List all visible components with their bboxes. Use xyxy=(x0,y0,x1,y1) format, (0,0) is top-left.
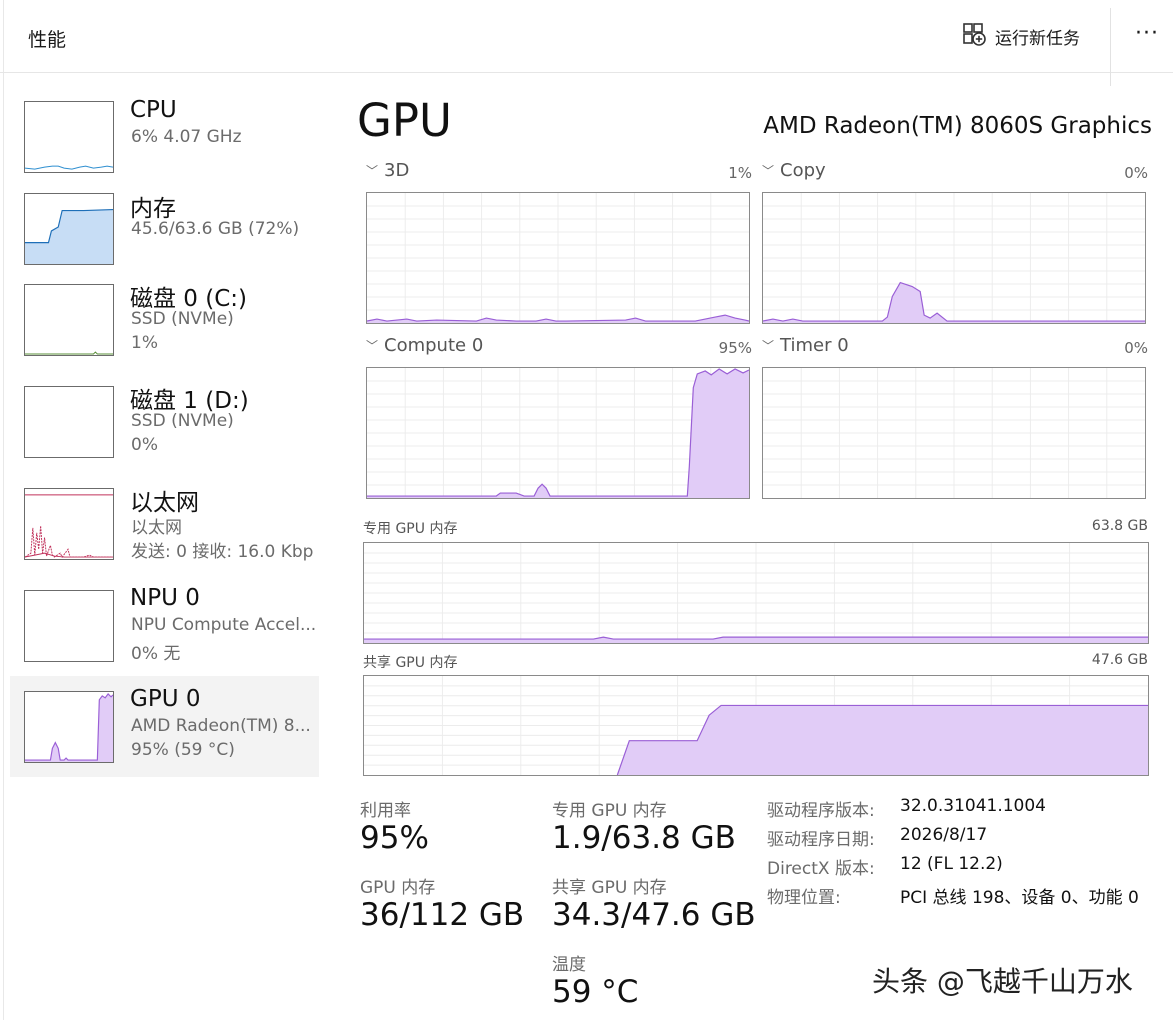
gpu-memory-label: GPU 内存 xyxy=(360,878,436,898)
sidebar-item-usage: 1% xyxy=(131,333,158,353)
driver-date-value: 2026/8/17 xyxy=(900,825,988,845)
engine-percent: 0% xyxy=(1124,339,1148,357)
engine-selector-copy[interactable]: ﹀ Copy xyxy=(762,160,826,181)
graph-dedicated-memory xyxy=(363,542,1149,644)
shared-gpu-memory-value: 34.3/47.6 GB xyxy=(552,897,756,933)
chevron-down-icon: ﹀ xyxy=(762,339,775,353)
engine-name: Compute 0 xyxy=(384,335,484,356)
engine-name: Copy xyxy=(780,160,826,181)
run-new-task-button[interactable]: 运行新任务 xyxy=(962,22,1080,50)
chevron-down-icon: ﹀ xyxy=(762,164,775,178)
engine-name: 3D xyxy=(384,160,410,181)
sidebar-item-memory[interactable]: 内存 45.6/63.6 GB (72%) xyxy=(10,181,319,282)
engine-name: Timer 0 xyxy=(780,335,849,356)
graph-timer xyxy=(762,367,1146,499)
sidebar-item-disk-1[interactable]: 磁盘 1 (D:) SSD (NVMe) 0% xyxy=(10,373,319,474)
physical-location-value: PCI 总线 198、设备 0、功能 0 xyxy=(900,888,1139,908)
dedicated-gpu-memory-label: 专用 GPU 内存 xyxy=(552,801,667,821)
sidebar-item-cpu[interactable]: CPU 6% 4.07 GHz xyxy=(10,89,319,190)
run-task-icon xyxy=(962,22,986,50)
temperature-label: 温度 xyxy=(552,955,586,975)
page-title: 性能 xyxy=(28,29,67,51)
graph-shared-memory xyxy=(363,675,1149,776)
sidebar-item-detail: 6% 4.07 GHz xyxy=(131,127,242,147)
graph-3d xyxy=(366,192,750,324)
dedicated-gpu-memory-value: 1.9/63.8 GB xyxy=(552,820,736,856)
sidebar-item-ethernet[interactable]: 以太网 以太网 发送: 0 接收: 16.0 Kbp xyxy=(10,475,319,576)
driver-date-key: 驱动程序日期: xyxy=(767,830,875,850)
window-left-border xyxy=(3,0,4,1020)
engine-selector-compute[interactable]: ﹀ Compute 0 xyxy=(366,335,483,356)
sidebar-item-disk-0[interactable]: 磁盘 0 (C:) SSD (NVMe) 1% xyxy=(10,271,319,372)
graph-copy xyxy=(762,192,1146,324)
engine-percent: 0% xyxy=(1124,164,1148,182)
driver-version-key: 驱动程序版本: xyxy=(767,801,875,821)
disk0-thumbnail-graph xyxy=(24,284,114,356)
watermark-text: 头条 @飞越千山万水 xyxy=(872,965,1133,998)
header-divider xyxy=(1110,8,1111,86)
npu-thumbnail-graph xyxy=(24,590,114,662)
engine-percent: 95% xyxy=(718,339,752,357)
sidebar-item-usage: 0% 无 xyxy=(131,644,181,664)
memory-thumbnail-graph xyxy=(24,193,114,265)
sidebar-item-detail: 以太网 xyxy=(131,518,182,538)
driver-version-value: 32.0.31041.1004 xyxy=(900,796,1047,816)
gpu-memory-value: 36/112 GB xyxy=(360,897,525,933)
sidebar-item-name: CPU xyxy=(130,97,177,123)
chevron-down-icon: ﹀ xyxy=(366,164,379,178)
graph-compute xyxy=(366,367,750,499)
sidebar-item-detail: SSD (NVMe) xyxy=(131,411,234,431)
chevron-down-icon: ﹀ xyxy=(366,339,379,353)
utilization-label: 利用率 xyxy=(360,801,411,821)
utilization-value: 95% xyxy=(360,820,429,856)
dedicated-memory-max: 63.8 GB xyxy=(1091,518,1148,534)
shared-gpu-memory-label: 共享 GPU 内存 xyxy=(552,878,667,898)
sidebar-item-usage: 0% xyxy=(131,435,158,455)
sidebar-item-detail: NPU Compute Accel... xyxy=(131,615,317,635)
sidebar-item-detail: 45.6/63.6 GB (72%) xyxy=(131,219,300,239)
sidebar-item-detail: SSD (NVMe) xyxy=(131,309,234,329)
header-bar: 性能 运行新任务 ··· xyxy=(0,0,1173,86)
cpu-thumbnail-graph xyxy=(24,101,114,173)
sidebar-item-usage: 95% (59 °C) xyxy=(131,740,235,760)
dedicated-memory-label: 专用 GPU 内存 xyxy=(363,521,458,537)
run-task-label: 运行新任务 xyxy=(995,28,1080,49)
sidebar-item-name: NPU 0 xyxy=(130,585,200,611)
engine-selector-3d[interactable]: ﹀ 3D xyxy=(366,160,409,181)
sidebar-item-name: 磁盘 1 (D:) xyxy=(130,388,249,414)
engine-selector-timer[interactable]: ﹀ Timer 0 xyxy=(762,335,849,356)
shared-memory-label: 共享 GPU 内存 xyxy=(363,655,458,671)
sidebar-item-gpu[interactable]: GPU 0 AMD Radeon(TM) 8... 95% (59 °C) xyxy=(10,676,319,777)
ethernet-thumbnail-graph xyxy=(24,488,114,560)
engine-percent: 1% xyxy=(728,164,752,182)
disk1-thumbnail-graph xyxy=(24,386,114,458)
gpu-heading: GPU xyxy=(357,94,452,147)
gpu-thumbnail-graph xyxy=(24,691,114,763)
directx-version-key: DirectX 版本: xyxy=(767,859,875,879)
sidebar-item-name: 以太网 xyxy=(130,490,199,516)
directx-version-value: 12 (FL 12.2) xyxy=(900,854,1003,874)
sidebar-item-throughput: 发送: 0 接收: 16.0 Kbp xyxy=(131,542,314,562)
sidebar-item-name: 内存 xyxy=(130,196,176,222)
more-options-button[interactable]: ··· xyxy=(1130,20,1164,50)
shared-memory-max: 47.6 GB xyxy=(1091,652,1148,668)
sidebar-item-name: GPU 0 xyxy=(130,686,201,712)
sidebar-item-detail: AMD Radeon(TM) 8... xyxy=(131,716,311,736)
gpu-model-name: AMD Radeon(TM) 8060S Graphics xyxy=(763,113,1152,139)
physical-location-key: 物理位置: xyxy=(767,888,841,908)
sidebar-item-name: 磁盘 0 (C:) xyxy=(130,286,248,312)
sidebar-item-npu[interactable]: NPU 0 NPU Compute Accel... 0% 无 xyxy=(10,577,319,678)
temperature-value: 59 °C xyxy=(552,974,639,1010)
